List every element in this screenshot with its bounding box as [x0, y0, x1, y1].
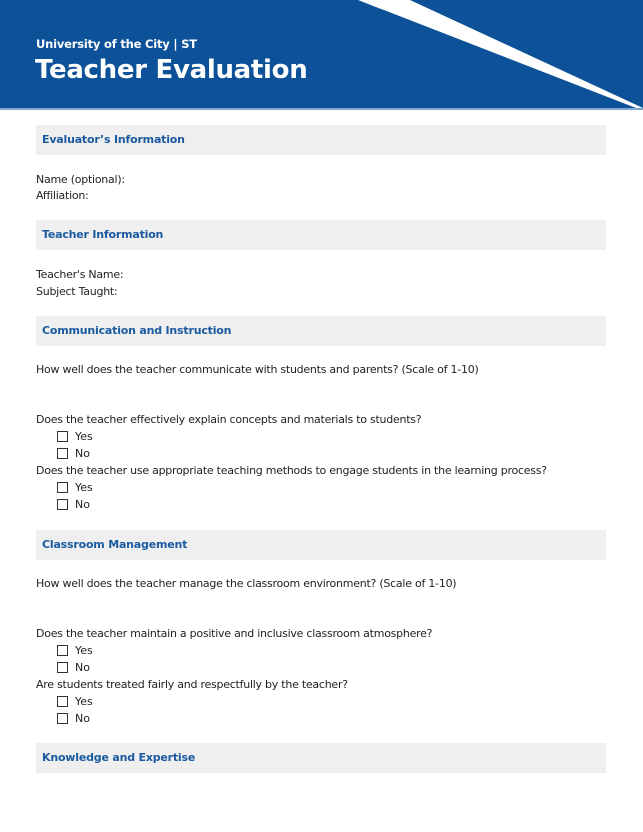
option-label: Yes [75, 695, 93, 708]
section-header-knowledge: Knowledge and Expertise [36, 743, 606, 773]
section-header-classroom: Classroom Management [36, 530, 606, 560]
question: Does the teacher effectively explain con… [36, 413, 422, 426]
scale-question: How well does the teacher manage the cla… [36, 577, 457, 590]
section-title: Classroom Management [42, 538, 188, 551]
section-title: Communication and Instruction [42, 324, 232, 337]
diagonal-stripe-decoration [358, 0, 643, 108]
option-yes[interactable]: Yes [57, 430, 93, 443]
page-title: Teacher Evaluation [35, 55, 308, 85]
section-title: Knowledge and Expertise [42, 751, 196, 764]
checkbox[interactable] [57, 713, 68, 724]
checkbox[interactable] [57, 482, 68, 493]
option-no[interactable]: No [57, 712, 90, 725]
field-name-label: Name (optional): [36, 173, 125, 186]
option-label: No [75, 498, 90, 511]
option-yes[interactable]: Yes [57, 644, 93, 657]
option-label: No [75, 447, 90, 460]
scale-question: How well does the teacher communicate wi… [36, 363, 479, 376]
option-no[interactable]: No [57, 661, 90, 674]
option-yes[interactable]: Yes [57, 481, 93, 494]
option-label: Yes [75, 644, 93, 657]
header-banner: University of the City | ST Teacher Eval… [0, 0, 643, 108]
field-teacher-name-label: Teacher's Name: [36, 268, 124, 281]
option-label: Yes [75, 481, 93, 494]
field-subject-label: Subject Taught: [36, 285, 118, 298]
option-no[interactable]: No [57, 447, 90, 460]
option-label: No [75, 712, 90, 725]
option-no[interactable]: No [57, 498, 90, 511]
checkbox[interactable] [57, 448, 68, 459]
checkbox[interactable] [57, 431, 68, 442]
question: Does the teacher use appropriate teachin… [36, 464, 547, 477]
header-subtitle: University of the City | ST [36, 37, 197, 51]
section-header-teacher: Teacher Information [36, 220, 606, 250]
option-label: Yes [75, 430, 93, 443]
section-title: Evaluator’s Information [42, 133, 185, 146]
question: Does the teacher maintain a positive and… [36, 627, 433, 640]
section-title: Teacher Information [42, 228, 164, 241]
question: Are students treated fairly and respectf… [36, 678, 348, 691]
checkbox[interactable] [57, 499, 68, 510]
section-header-communication: Communication and Instruction [36, 316, 606, 346]
checkbox[interactable] [57, 696, 68, 707]
section-header-evaluator: Evaluator’s Information [36, 125, 606, 155]
field-affiliation-label: Affiliation: [36, 189, 89, 202]
checkbox[interactable] [57, 662, 68, 673]
option-yes[interactable]: Yes [57, 695, 93, 708]
checkbox[interactable] [57, 645, 68, 656]
header-divider [0, 108, 643, 110]
option-label: No [75, 661, 90, 674]
